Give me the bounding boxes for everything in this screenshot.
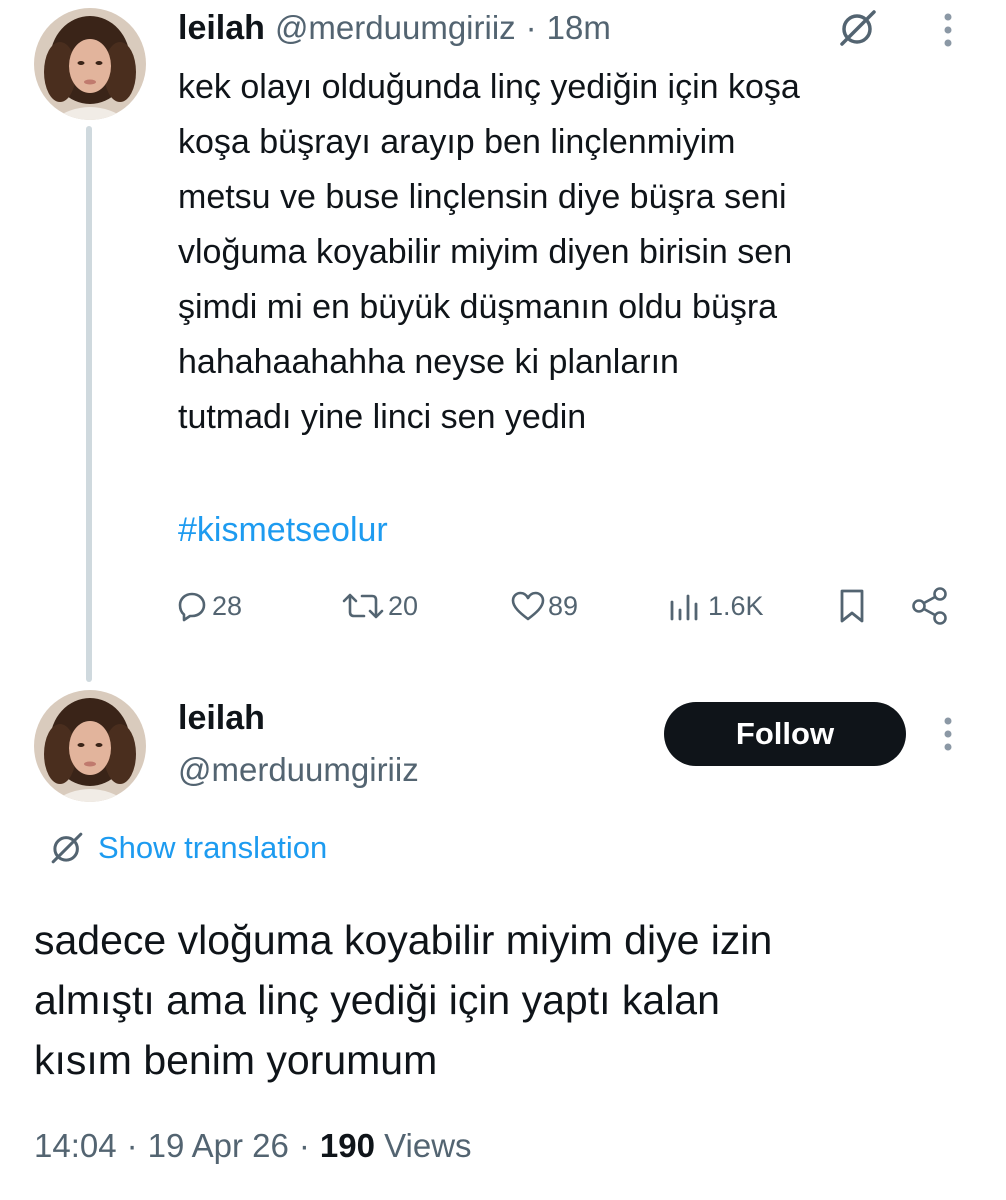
user-handle[interactable]: @merduumgiriiz bbox=[178, 750, 419, 790]
tweet-text-line: şimdi mi en büyük düşmanın oldu büşra bbox=[178, 288, 778, 326]
display-name[interactable]: leilah bbox=[178, 8, 265, 48]
timestamp[interactable]: 18m bbox=[547, 8, 611, 48]
hashtag-link[interactable]: #kismetseolur bbox=[178, 510, 388, 550]
reply-count: 28 bbox=[212, 590, 243, 621]
reply-button[interactable]: 28 bbox=[176, 586, 242, 626]
show-translation-label[interactable]: Show translation bbox=[98, 828, 327, 868]
bookmark-icon[interactable] bbox=[836, 588, 868, 629]
follow-button[interactable]: Follow bbox=[664, 702, 906, 766]
tweet-text-line: koşa büşrayı arayıp ben linçlenmiyim bbox=[178, 123, 736, 161]
grok-translate-icon[interactable] bbox=[836, 8, 880, 53]
display-name[interactable]: leilah bbox=[178, 698, 265, 738]
repost-button[interactable]: 20 bbox=[340, 586, 418, 626]
avatar[interactable] bbox=[34, 8, 146, 120]
tweet-text-line: kısım benim yorumum bbox=[34, 1037, 438, 1083]
like-count: 89 bbox=[548, 590, 579, 621]
tweet-text-line: tutmadı yine linci sen yedin bbox=[178, 398, 587, 436]
separator: · bbox=[298, 1127, 310, 1164]
share-icon[interactable] bbox=[910, 586, 950, 631]
views-button[interactable]: 1.6K bbox=[666, 586, 764, 626]
views-label: Views bbox=[384, 1127, 472, 1164]
tweet-header: leilah @merduumgiriiz · 18m bbox=[178, 8, 611, 48]
separator: · bbox=[525, 9, 537, 46]
thread-line bbox=[86, 126, 92, 682]
views-count: 1.6K bbox=[708, 590, 764, 621]
repost-icon bbox=[342, 593, 384, 619]
repost-count: 20 bbox=[388, 590, 419, 621]
grok-translate-icon bbox=[51, 832, 83, 864]
avatar[interactable] bbox=[34, 690, 146, 802]
more-vertical-icon[interactable] bbox=[942, 12, 954, 53]
tweet-meta: 14:04 · 19 Apr 26 · 190 Views bbox=[34, 1126, 472, 1166]
more-vertical-icon[interactable] bbox=[942, 716, 954, 757]
tweet-text: kek olayı olduğunda linç yediğin için ko… bbox=[178, 60, 978, 445]
separator: · bbox=[126, 1127, 138, 1164]
tweet-text-line: metsu ve buse linçlensin diye büşra seni bbox=[178, 178, 787, 216]
views-icon bbox=[670, 594, 698, 621]
tweet-text: sadece vloğuma koyabilir miyim diye izin… bbox=[34, 910, 984, 1090]
reply-icon bbox=[178, 592, 206, 622]
like-button[interactable]: 89 bbox=[510, 586, 578, 626]
user-handle[interactable]: @merduumgiriiz bbox=[275, 8, 516, 48]
like-icon bbox=[511, 591, 545, 621]
view-count: 190 bbox=[319, 1127, 375, 1164]
tweet-text-line: vloğuma koyabilir miyim diyen birisin se… bbox=[178, 233, 793, 271]
views-summary[interactable]: 190 Views bbox=[320, 1126, 472, 1166]
tweet-date[interactable]: 19 Apr 26 bbox=[148, 1126, 289, 1166]
show-translation-link[interactable]: Show translation bbox=[48, 828, 327, 868]
tweet-text-line: hahahaahahha neyse ki planların bbox=[178, 343, 679, 381]
tweet-text-line: almıştı ama linç yediği için yaptı kalan bbox=[34, 977, 720, 1023]
tweet-time[interactable]: 14:04 bbox=[34, 1126, 117, 1166]
tweet-text-line: sadece vloğuma koyabilir miyim diye izin bbox=[34, 917, 773, 963]
tweet-text-line: kek olayı olduğunda linç yediğin için ko… bbox=[178, 68, 800, 106]
